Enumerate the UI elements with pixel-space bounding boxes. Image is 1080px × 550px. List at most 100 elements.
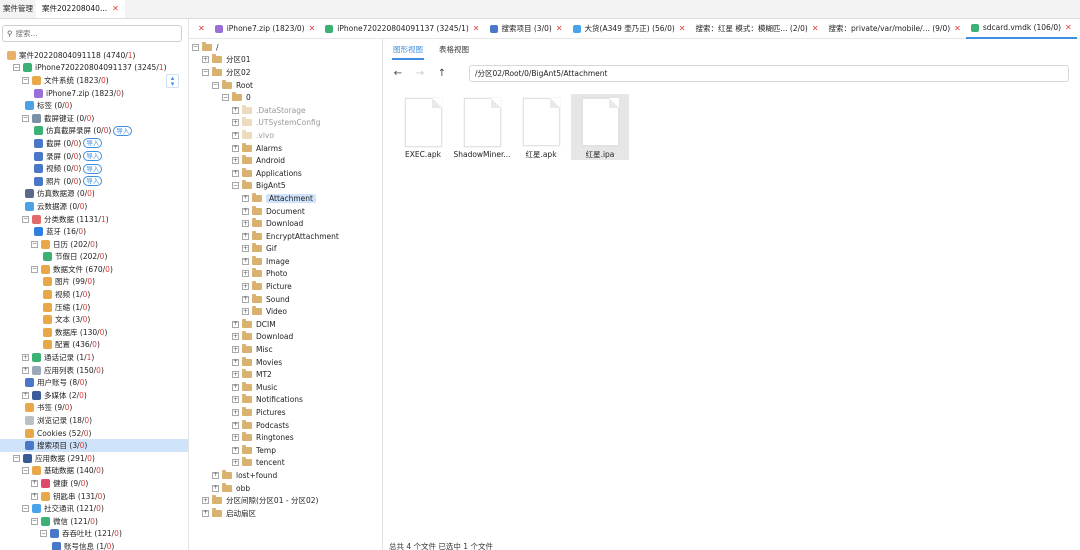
import-button[interactable]: 导入 — [83, 176, 103, 187]
close-icon[interactable]: ✕ — [309, 19, 316, 39]
expand-toggle-icon[interactable]: + — [212, 471, 219, 479]
tree-node[interactable]: + 通话记录 (1/1) — [0, 351, 188, 364]
tree-node[interactable]: 用户账号 (8/0) — [0, 376, 188, 389]
collapse-toggle-icon[interactable]: − — [22, 76, 29, 84]
folder-node[interactable]: + Download — [189, 217, 382, 230]
expand-toggle-icon[interactable]: + — [242, 245, 249, 253]
collapse-toggle-icon[interactable]: − — [192, 43, 199, 51]
top-tab-case[interactable]: 案件202208040... ✕ — [36, 0, 125, 18]
folder-node[interactable]: + 分区01 — [189, 54, 382, 67]
tree-node[interactable]: iPhone7.zip (1823/0) — [0, 87, 188, 100]
expand-toggle-icon[interactable]: + — [242, 220, 249, 228]
expand-toggle-icon[interactable]: + — [202, 56, 209, 64]
expand-toggle-icon[interactable]: + — [22, 354, 29, 362]
collapse-toggle-icon[interactable]: − — [202, 68, 209, 76]
collapse-toggle-icon[interactable]: − — [22, 114, 29, 122]
expand-toggle-icon[interactable]: + — [242, 283, 249, 291]
document-tab[interactable]: ✕ — [189, 19, 210, 39]
folder-node[interactable]: + Movies — [189, 356, 382, 369]
expand-toggle-icon[interactable]: + — [202, 497, 209, 505]
expand-toggle-icon[interactable]: + — [232, 333, 239, 341]
expand-toggle-icon[interactable]: + — [232, 446, 239, 454]
expand-toggle-icon[interactable]: + — [232, 157, 239, 165]
folder-node[interactable]: + Android — [189, 154, 382, 167]
expand-toggle-icon[interactable]: + — [232, 346, 239, 354]
tree-node[interactable]: 截屏 (0/0) 导入 — [0, 137, 188, 150]
expand-toggle-icon[interactable]: + — [232, 421, 239, 429]
expand-toggle-icon[interactable]: + — [232, 396, 239, 404]
collapse-toggle-icon[interactable]: − — [212, 81, 219, 89]
tab-table-view[interactable]: 表格视图 — [438, 44, 470, 60]
collapse-toggle-icon[interactable]: − — [13, 64, 20, 72]
expand-toggle-icon[interactable]: + — [242, 270, 249, 278]
import-button[interactable]: 导入 — [83, 151, 103, 162]
folder-node[interactable]: + DCIM — [189, 318, 382, 331]
collapse-toggle-icon[interactable]: − — [40, 530, 47, 538]
expand-toggle-icon[interactable]: + — [232, 106, 239, 114]
file-item[interactable]: 红星.apk — [512, 94, 570, 160]
forward-arrow-icon[interactable]: → — [412, 68, 428, 79]
path-field[interactable]: /分区02/Root/0/BigAnt5/Attachment — [469, 65, 1069, 82]
collapse-toggle-icon[interactable]: − — [31, 240, 38, 248]
tree-node[interactable]: − iPhone720220804091137 (3245/1) — [0, 62, 188, 75]
expand-toggle-icon[interactable]: + — [232, 320, 239, 328]
import-button[interactable]: 导入 — [83, 138, 103, 149]
folder-node[interactable]: + Photo — [189, 268, 382, 281]
tree-node[interactable]: − 微信 (121/0) — [0, 515, 188, 528]
expand-toggle-icon[interactable]: + — [232, 131, 239, 139]
file-item[interactable]: EXEC.apk — [394, 94, 452, 160]
folder-node[interactable]: + Podcasts — [189, 419, 382, 432]
expand-toggle-icon[interactable]: + — [202, 509, 209, 517]
folder-node[interactable]: + .UTSystemConfig — [189, 117, 382, 130]
folder-node[interactable]: + Applications — [189, 167, 382, 180]
expand-toggle-icon[interactable]: + — [232, 144, 239, 152]
folder-node[interactable]: + Image — [189, 255, 382, 268]
close-icon[interactable]: ✕ — [954, 19, 961, 39]
collapse-toggle-icon[interactable]: − — [222, 94, 229, 102]
document-tab[interactable]: iPhone720220804091137 (3245/1) ✕ — [320, 19, 484, 39]
tree-node[interactable]: + 应用列表 (150/0) — [0, 364, 188, 377]
folder-node[interactable]: + Document — [189, 205, 382, 218]
back-arrow-icon[interactable]: ← — [390, 68, 406, 79]
close-icon[interactable]: ✕ — [198, 19, 205, 39]
import-button[interactable]: 导入 — [113, 125, 133, 136]
import-button[interactable]: 导入 — [83, 163, 103, 174]
tree-node[interactable]: 视频 (0/0) 导入 — [0, 162, 188, 175]
document-tab[interactable]: 搜索项目 (3/0) ✕ — [485, 19, 568, 39]
tree-node[interactable]: 蓝牙 (16/0) — [0, 225, 188, 238]
folder-node[interactable]: + Misc — [189, 343, 382, 356]
folder-node[interactable]: + Notifications — [189, 394, 382, 407]
tree-node[interactable]: 标签 (0/0) — [0, 99, 188, 112]
expand-toggle-icon[interactable]: + — [232, 459, 239, 467]
folder-node[interactable]: + Attachment — [189, 192, 382, 205]
folder-node[interactable]: + Music — [189, 381, 382, 394]
folder-node[interactable]: + tencent — [189, 457, 382, 470]
expand-toggle-icon[interactable]: + — [242, 308, 249, 316]
folder-node[interactable]: + Alarms — [189, 142, 382, 155]
collapse-toggle-icon[interactable]: − — [22, 467, 29, 475]
tree-node[interactable]: 视频 (1/0) — [0, 288, 188, 301]
tree-node[interactable]: 浏览记录 (18/0) — [0, 414, 188, 427]
folder-node[interactable]: −0 — [189, 91, 382, 104]
close-icon[interactable]: ✕ — [112, 4, 119, 13]
tree-node[interactable]: 搜索项目 (3/0) — [0, 439, 188, 452]
tree-node[interactable]: − 日历 (202/0) — [0, 238, 188, 251]
tree-node[interactable]: 压缩 (1/0) — [0, 301, 188, 314]
expand-toggle-icon[interactable]: + — [232, 371, 239, 379]
folder-node[interactable]: + Video — [189, 305, 382, 318]
expand-toggle-icon[interactable]: + — [242, 295, 249, 303]
tree-node[interactable]: − 文件系统 (1823/0) — [0, 74, 188, 87]
expand-toggle-icon[interactable]: + — [232, 119, 239, 127]
collapse-toggle-icon[interactable]: − — [31, 517, 38, 525]
tree-node[interactable]: 节假日 (202/0) — [0, 251, 188, 264]
folder-node[interactable]: + Pictures — [189, 406, 382, 419]
close-icon[interactable]: ✕ — [812, 19, 819, 39]
folder-node[interactable]: + Picture — [189, 280, 382, 293]
expand-toggle-icon[interactable]: + — [31, 479, 38, 487]
close-icon[interactable]: ✕ — [679, 19, 686, 39]
close-icon[interactable]: ✕ — [556, 19, 563, 39]
close-icon[interactable]: ✕ — [473, 19, 480, 39]
tree-node[interactable]: 账号信息 (1/0) — [0, 540, 188, 550]
folder-node[interactable]: + Ringtones — [189, 431, 382, 444]
collapse-toggle-icon[interactable]: − — [232, 182, 239, 190]
